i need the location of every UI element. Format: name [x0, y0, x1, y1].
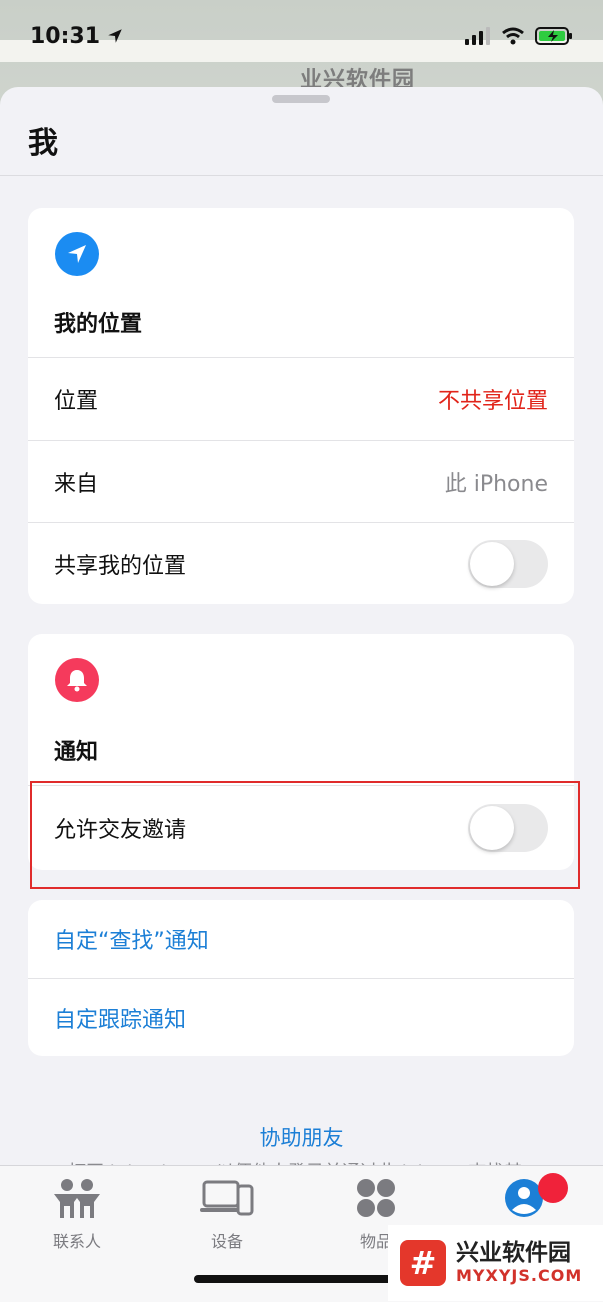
location-row-value: 不共享位置: [437, 389, 548, 414]
customize-findmy-link[interactable]: 自定“查找”通知: [28, 900, 574, 978]
sheet-grabber[interactable]: [272, 95, 330, 103]
my-location-heading: 我的位置: [54, 312, 143, 337]
highlight-box: [30, 781, 580, 889]
help-friend-link[interactable]: 协助朋友: [0, 1122, 603, 1152]
notification-links-card: 自定“查找”通知 自定跟踪通知: [28, 900, 574, 1056]
tab-devices[interactable]: 设备: [177, 1176, 277, 1252]
watermark: # 兴业软件园 MYXYJS.COM: [388, 1225, 603, 1301]
status-time: 10:31: [30, 24, 124, 49]
items-icon: [357, 1179, 395, 1217]
watermark-title: 兴业软件园: [456, 1240, 571, 1266]
from-row-value: 此 iPhone: [444, 472, 548, 497]
home-indicator: [194, 1275, 409, 1283]
status-bar: 10:31: [0, 0, 603, 72]
bell-icon: [55, 658, 99, 702]
sheet-title: 我: [28, 126, 58, 161]
share-location-toggle[interactable]: [468, 540, 548, 588]
people-icon: [54, 1179, 100, 1218]
from-row-label: 来自: [54, 472, 99, 497]
customize-tracking-link[interactable]: 自定跟踪通知: [28, 979, 574, 1057]
watermark-url: MYXYJS.COM: [456, 1266, 583, 1285]
my-location-card: 我的位置 位置 不共享位置 来自 此 iPhone 共享我的位置: [28, 208, 574, 604]
from-device-row[interactable]: 来自 此 iPhone: [28, 441, 574, 523]
notifications-heading: 通知: [54, 740, 99, 765]
location-row-label: 位置: [54, 389, 99, 414]
header-divider: [0, 175, 603, 176]
location-icon: [55, 232, 99, 276]
tab-contacts[interactable]: 联系人: [27, 1176, 127, 1252]
battery-charging-icon: [535, 27, 572, 45]
devices-icon: [200, 1180, 254, 1216]
wifi-icon: [502, 27, 524, 45]
notification-badge: [538, 1173, 568, 1203]
location-arrow-icon: [108, 29, 122, 43]
watermark-logo-icon: #: [400, 1240, 446, 1286]
location-row[interactable]: 位置 不共享位置: [28, 358, 574, 440]
share-location-row: 共享我的位置: [28, 523, 574, 605]
share-location-label: 共享我的位置: [54, 554, 187, 579]
cellular-signal-icon: [465, 27, 490, 45]
